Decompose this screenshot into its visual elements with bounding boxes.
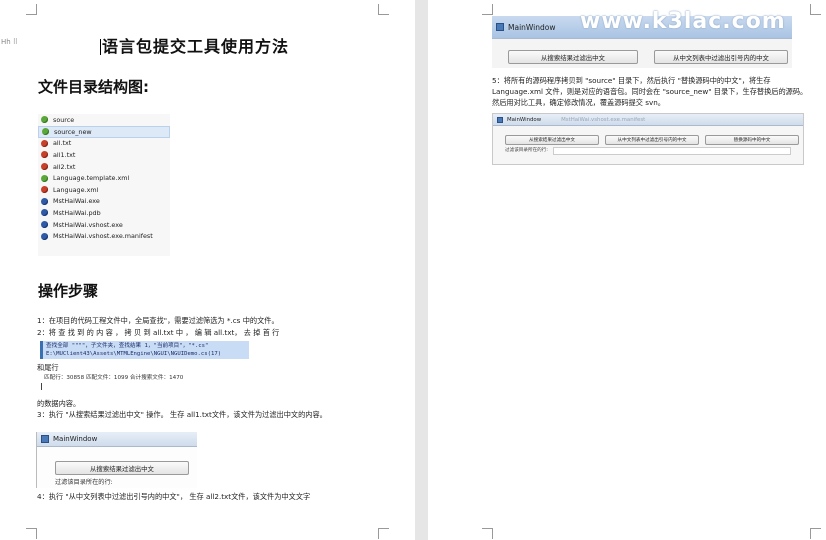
- document-page-right: MainWindow 从搜索结果过滤出中文 从中文列表中过滤出引号内的中文 5：…: [428, 0, 826, 540]
- crop-mark: [482, 528, 493, 539]
- file-list-item[interactable]: MstHaiWai.exe: [38, 196, 170, 208]
- file-name: Language.template.xml: [53, 174, 130, 183]
- file-name: MstHaiWai.exe: [53, 197, 100, 206]
- find-results-box: 查找全部 """"，子文件夹，查找结果 1，"当前项目"，"*.cs" E:\M…: [40, 341, 249, 359]
- file-list: source source_new all.txt all1.txt all2.txt L…: [38, 114, 170, 256]
- filter-search-button[interactable]: 从搜索结果过滤出中文: [55, 461, 189, 475]
- window-title: MainWindow: [508, 22, 556, 32]
- red-excl-icon: [41, 163, 48, 171]
- crop-mark: [378, 528, 389, 539]
- filter-search-button[interactable]: 从搜索结果过滤出中文: [508, 50, 638, 64]
- file-name: all1.txt: [53, 150, 76, 159]
- file-name: MstHaiWai.vshost.exe.manifest: [53, 232, 153, 241]
- step-5-text: 5：将所有的源码程序拷贝到 "source" 目录下，然后执行 "替换源码中的中…: [492, 76, 808, 107]
- file-name: source_new: [54, 127, 92, 136]
- file-name: source: [53, 115, 75, 124]
- crop-mark: [810, 4, 821, 15]
- window-titlebar: MainWindow: [37, 432, 197, 447]
- step-2-continued: 和尾行: [37, 363, 59, 372]
- window-title-faded: MstHaiWai.vshost.exe.manifest: [561, 116, 646, 123]
- document-page-left: Hh ⠿ 语言包提交工具使用方法 文件目录结构图: source source_n…: [0, 0, 415, 540]
- file-list-item[interactable]: MstHaiWai.vshost.exe: [38, 219, 170, 231]
- file-name: all2.txt: [53, 162, 76, 171]
- filter-path-label: 过滤该目录所在的行:: [505, 148, 548, 153]
- step-3-text: 3：执行 "从搜索结果过滤出中文" 操作。 生存 all1.txt文件，该文件为…: [37, 410, 327, 419]
- file-list-item[interactable]: source: [38, 114, 170, 126]
- replace-source-button[interactable]: 替换源码中的中文: [705, 135, 799, 145]
- green-check-icon: [41, 116, 48, 124]
- find-summary-caret: [41, 383, 42, 390]
- file-name: Language.xml: [53, 185, 99, 194]
- green-check-icon: [42, 128, 49, 136]
- step-4-text: 4：执行 "从中文列表中过滤出引号内的中文"， 生存 all2.txt文件，该文…: [37, 492, 311, 501]
- filter-search-button-small[interactable]: 从搜索结果过滤出中文: [505, 135, 599, 145]
- text-cursor: [100, 39, 101, 55]
- window-title: MainWindow: [53, 435, 98, 443]
- document-title-text: 语言包提交工具使用方法: [102, 37, 290, 56]
- heading-steps: 操作步骤: [38, 282, 99, 300]
- window-titlebar: MainWindow MstHaiWai.vshost.exe.manifest: [493, 114, 803, 126]
- window-app-icon: [496, 23, 504, 31]
- mainwindow-screenshot: MainWindow 从搜索结果过滤出中文 过滤该目录所在的行:: [36, 432, 197, 488]
- filter-quote-button[interactable]: 从中文列表中过滤出引号内的中文: [654, 50, 788, 64]
- file-list-item[interactable]: all.txt: [38, 138, 170, 150]
- file-list-item[interactable]: MstHaiWai.pdb: [38, 207, 170, 219]
- red-excl-icon: [41, 151, 48, 159]
- file-list-item[interactable]: MstHaiWai.vshost.exe.manifest: [38, 230, 170, 242]
- mainwindow-screenshot-full: MainWindow MstHaiWai.vshost.exe.manifest…: [492, 113, 804, 165]
- find-summary: 匹配行：30858 匹配文件：1099 合计搜索文件：1470: [44, 375, 184, 381]
- window-title: MainWindow: [507, 116, 542, 123]
- find-results-line-1: 查找全部 """"，子文件夹，查找结果 1，"当前项目"，"*.cs": [46, 343, 209, 349]
- file-list-item[interactable]: all1.txt: [38, 149, 170, 161]
- crop-mark: [26, 4, 37, 15]
- blue-q-icon: [41, 232, 48, 240]
- crop-mark: [378, 4, 389, 15]
- blue-q-icon: [41, 209, 48, 217]
- filter-quote-button-small[interactable]: 从中文列表中过滤出引号内的中文: [605, 135, 699, 145]
- file-list-item[interactable]: source_new: [38, 125, 170, 138]
- file-list-item[interactable]: all2.txt: [38, 161, 170, 173]
- window-app-icon: [497, 116, 503, 123]
- margin-marker[interactable]: Hh ⠿: [1, 38, 18, 46]
- crop-mark: [26, 528, 37, 539]
- file-name: MstHaiWai.vshost.exe: [53, 220, 123, 229]
- step-2-text: 2：将 查 找 到 的 内 容 ， 拷 贝 到 all.txt 中 ， 编 辑 …: [37, 328, 280, 337]
- step-2-end: 的数据内容。: [37, 399, 81, 408]
- crop-mark: [482, 4, 493, 15]
- watermark: www.k3lac.com: [580, 9, 786, 34]
- find-results-line-2: E:\MUClient43\Assets\MTMLEngine\NGUI\NGU…: [46, 351, 222, 357]
- file-name: all.txt: [53, 139, 72, 148]
- red-excl-icon: [41, 186, 48, 194]
- file-name: MstHaiWai.pdb: [53, 208, 101, 217]
- step-1-text: 1：在项目的代码工程文件中，全局查找"，需要过滤筛选为 *.cs 中的文件。: [37, 316, 279, 325]
- red-excl-icon: [41, 139, 48, 147]
- file-list-item[interactable]: Language.xml: [38, 184, 170, 196]
- heading-structure: 文件目录结构图:: [38, 78, 149, 96]
- window-app-icon: [41, 435, 49, 443]
- filter-path-label: 过滤该目录所在的行:: [55, 479, 113, 486]
- filter-path-input[interactable]: [553, 147, 791, 155]
- file-list-item[interactable]: Language.template.xml: [38, 172, 170, 184]
- crop-mark: [810, 528, 821, 539]
- green-check-icon: [41, 174, 48, 182]
- blue-q-icon: [41, 197, 48, 205]
- document-title[interactable]: 语言包提交工具使用方法: [100, 33, 289, 57]
- blue-q-icon: [41, 221, 48, 229]
